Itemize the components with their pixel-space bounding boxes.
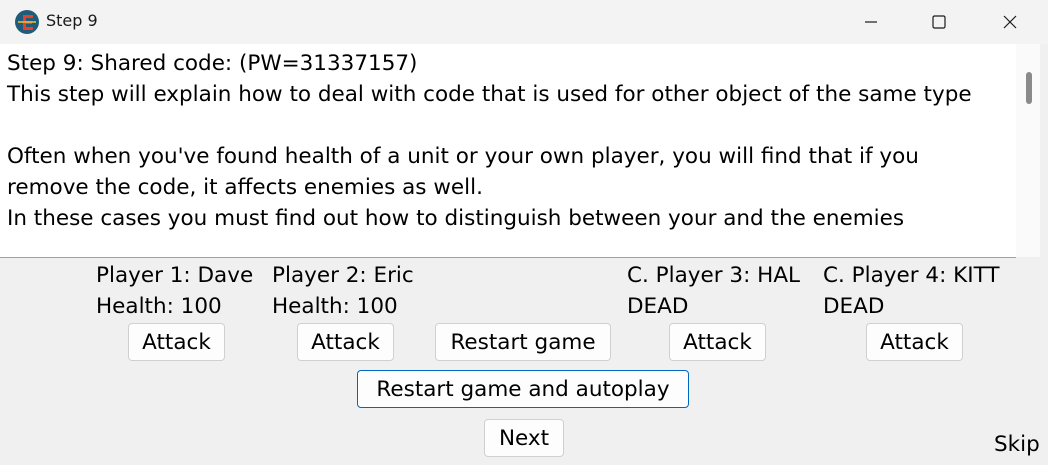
player-2-status: Health: 100 [272,294,398,319]
player-4-attack-button[interactable]: Attack [866,323,963,361]
minimize-icon [865,21,877,23]
player-3-name: C. Player 3: HAL [627,263,801,288]
instructions-text-area[interactable]: Step 9: Shared code: (PW=31337157) This … [0,44,1016,258]
cheat-engine-logo-icon [15,10,39,34]
player-3-status: DEAD [627,294,689,319]
instructions-text: Step 9: Shared code: (PW=31337157) This … [7,51,972,231]
restart-game-button[interactable]: Restart game [435,323,611,361]
player-2-name: Player 2: Eric [272,263,414,288]
player-4-status: DEAD [823,294,885,319]
player-3-attack-button[interactable]: Attack [669,323,766,361]
player-2-attack-button[interactable]: Attack [297,323,394,361]
maximize-icon [932,15,946,29]
player-4-name: C. Player 4: KITT [823,263,1000,288]
maximize-button[interactable] [904,0,974,44]
player-1-attack-button[interactable]: Attack [128,323,225,361]
skip-link[interactable]: Skip [994,430,1040,460]
close-icon [1003,15,1017,29]
next-button[interactable]: Next [484,419,564,457]
instructions-scrollbar[interactable] [1016,44,1040,257]
player-1-status: Health: 100 [96,294,222,319]
window-edge [1040,44,1048,465]
title-bar: Step 9 [0,0,1048,44]
minimize-button[interactable] [836,0,906,44]
scrollbar-thumb[interactable] [1026,72,1032,104]
close-button[interactable] [975,0,1045,44]
restart-autoplay-button[interactable]: Restart game and autoplay [357,370,689,408]
window-title: Step 9 [46,11,98,30]
player-1-name: Player 1: Dave [96,263,254,288]
